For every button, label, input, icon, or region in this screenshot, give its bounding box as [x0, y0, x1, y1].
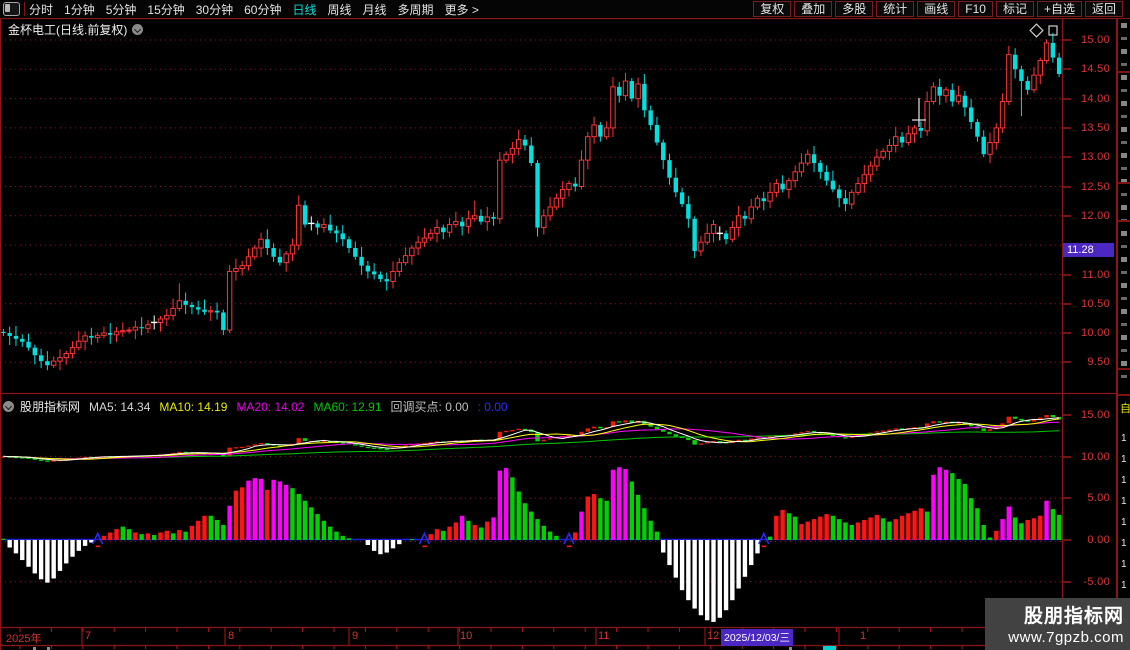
- period-tab-9[interactable]: 月线: [363, 1, 387, 18]
- period-tab-1[interactable]: 分时: [29, 1, 53, 18]
- toolbar-button-8[interactable]: +自选: [1036, 1, 1082, 17]
- main-y-tick-13.50: 13.50: [1080, 122, 1110, 134]
- x-axis-month-8: 8: [228, 630, 235, 642]
- indicator-value-5: 回调买点: 0.00: [390, 400, 469, 414]
- period-tab-2[interactable]: 1分钟: [64, 1, 95, 18]
- edge-digit: 1: [1121, 517, 1127, 528]
- indicator-value-4: MA60: 12.91: [313, 399, 382, 414]
- main-y-tick-14.50: 14.50: [1080, 63, 1110, 75]
- x-axis-month-9: 9: [352, 630, 359, 642]
- x-axis-month-12: 12: [707, 630, 720, 642]
- period-tab-4[interactable]: 15分钟: [147, 1, 184, 18]
- price-badge: 11.28: [1063, 243, 1114, 257]
- period-tab-5[interactable]: 30分钟: [196, 1, 233, 18]
- edge-digit: 1: [1121, 496, 1127, 507]
- period-tab-7[interactable]: 日线: [292, 1, 316, 18]
- x-axis-month-7: 7: [85, 630, 92, 642]
- edge-digit: 1: [1121, 538, 1127, 549]
- main-y-tick-10.00: 10.00: [1080, 327, 1110, 339]
- main-y-tick-13.00: 13.00: [1080, 151, 1110, 163]
- x-axis-month-10: 10: [460, 630, 473, 642]
- top-toolbar: 分时 1分钟 5分钟 15分钟 30分钟 60分钟 日线 周线 月线 多周期 更多 > 复权 叠加 多股…: [0, 0, 1130, 18]
- main-y-tick-12.00: 12.00: [1080, 210, 1110, 222]
- date-badge: 2025/12/03/三: [721, 629, 793, 646]
- toolbar-button-2[interactable]: 叠加: [794, 1, 833, 17]
- chevron-down-icon[interactable]: [132, 24, 144, 35]
- watermark-site-name: 股朋指标网: [1023, 606, 1124, 627]
- edge-text-fragments: [1121, 23, 1127, 383]
- period-tab-11[interactable]: 更多 >: [445, 1, 479, 18]
- page-title: 金杯电工(日线.前复权): [8, 23, 128, 37]
- indicator-value-6: : 0.00: [477, 399, 508, 414]
- indicator-header: 股朋指标网 MA5: 14.34 MA10: 14.19 MA20: 14.02 MA6…: [3, 398, 517, 415]
- period-tab-3[interactable]: 5分钟: [106, 1, 137, 18]
- watermark-url: www.7gpzb.com: [1008, 629, 1124, 646]
- edge-digit: 1: [1121, 475, 1127, 486]
- x-axis-month-11: 11: [598, 630, 610, 642]
- toolbar-right-buttons: 复权 叠加 多股 统计 画线 F10 标记 +自选 返回: [753, 1, 1123, 17]
- main-y-tick-10.50: 10.50: [1080, 298, 1110, 310]
- main-y-tick-14.00: 14.00: [1080, 93, 1110, 105]
- indicator-name: 股朋指标网: [20, 400, 81, 414]
- chart-canvas[interactable]: [0, 0, 1130, 650]
- edge-digit: 1: [1121, 433, 1127, 444]
- period-tab-10[interactable]: 多周期: [398, 1, 434, 18]
- toolbar-button-1[interactable]: 复权: [753, 1, 792, 17]
- ind-y-tick-0.00: 0.00: [1087, 534, 1110, 546]
- cutoff-volume-fragment: [823, 646, 836, 650]
- toolbar-button-5[interactable]: 画线: [917, 1, 956, 17]
- toolbar-button-4[interactable]: 统计: [876, 1, 915, 17]
- indicator-value-3: MA20: 14.02: [236, 399, 305, 414]
- app-window: { "toolbar": { "periods": [ {"label":"分时…: [0, 0, 1130, 650]
- edge-digit: 1: [1121, 559, 1127, 570]
- ind-y-tick--5.00: -5.00: [1083, 576, 1110, 588]
- period-menu: 分时 1分钟 5分钟 15分钟 30分钟 60分钟 日线 周线 月线 多周期 更多 >: [29, 1, 490, 18]
- ind-y-tick-5.00: 5.00: [1087, 492, 1110, 504]
- window-layout-icon[interactable]: [3, 2, 20, 16]
- ind-y-tick-10.00: 10.00: [1080, 451, 1110, 463]
- indicator-collapse-icon[interactable]: [3, 401, 14, 412]
- indicator-value-1: MA5: 14.34: [89, 399, 151, 414]
- x-axis-month-1: 1: [860, 630, 867, 642]
- ind-y-tick-15.00: 15.00: [1080, 409, 1110, 421]
- bottom-cutoff-strip: [0, 646, 1130, 650]
- x-axis-year-label: 2025年: [6, 633, 42, 645]
- toolbar-button-7[interactable]: 标记: [995, 1, 1034, 17]
- main-y-tick-15.00: 15.00: [1080, 34, 1110, 46]
- main-y-tick-12.50: 12.50: [1080, 181, 1110, 193]
- chart-title-row: 金杯电工(日线.前复权): [8, 21, 144, 38]
- main-y-tick-9.50: 9.50: [1087, 356, 1110, 368]
- toolbar-button-6[interactable]: F10: [958, 1, 993, 17]
- edge-digit: 1: [1121, 580, 1127, 591]
- period-tab-8[interactable]: 周线: [327, 1, 351, 18]
- right-edge-panel[interactable]: 自 1111111111: [1117, 19, 1130, 650]
- toolbar-button-3[interactable]: 多股: [835, 1, 874, 17]
- period-tab-6[interactable]: 60分钟: [244, 1, 281, 18]
- indicator-value-2: MA10: 14.19: [159, 399, 228, 414]
- edge-digit: 1: [1121, 454, 1127, 465]
- edge-char: 自: [1120, 403, 1130, 415]
- watermark: 股朋指标网 www.7gpzb.com: [985, 598, 1130, 650]
- main-y-tick-11.00: 11.00: [1081, 269, 1110, 281]
- toolbar-divider: [24, 2, 25, 16]
- toolbar-button-9[interactable]: 返回: [1084, 1, 1123, 17]
